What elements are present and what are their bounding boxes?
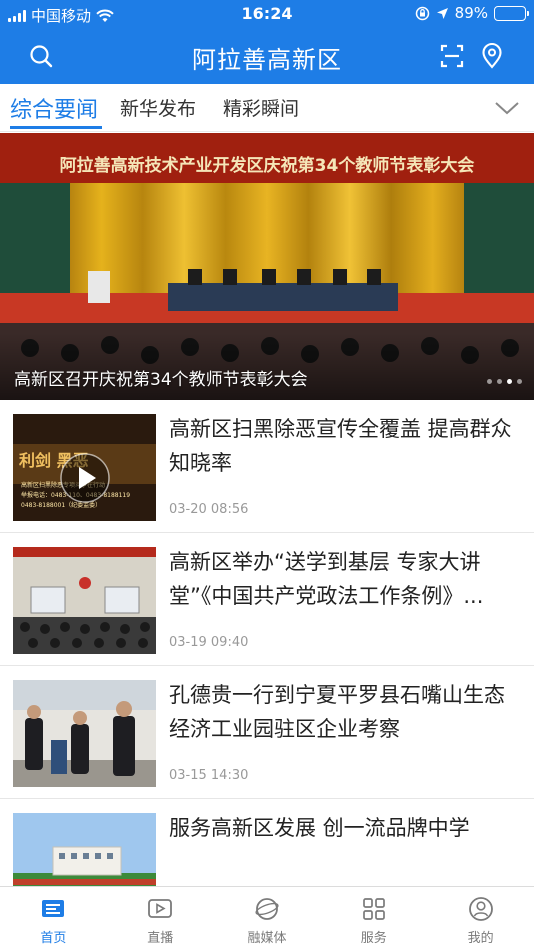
status-bar: 中国移动 16:24 89%: [0, 0, 534, 28]
hero-image: 阿拉善高新技术产业开发区庆祝第34个教师节表彰大会: [0, 133, 534, 400]
nav-live[interactable]: 直播: [107, 887, 214, 950]
news-thumbnail: 利剑 黑恶 高新区扫黑除恶专项斗争在行动 举报电话：0483-110、0483-…: [13, 414, 156, 521]
news-item[interactable]: 利剑 黑恶 高新区扫黑除恶专项斗争在行动 举报电话：0483-110、0483-…: [0, 400, 534, 533]
app-header: 阿拉善高新区: [0, 28, 534, 84]
nav-label: 服务: [360, 931, 387, 946]
nav-label: 融媒体: [247, 931, 287, 946]
carousel-indicator: [487, 379, 522, 384]
news-date: 03-20 08:56: [169, 502, 249, 517]
grid-services-icon: [362, 898, 385, 920]
nav-label: 首页: [40, 931, 67, 946]
nav-services[interactable]: 服务: [320, 887, 427, 950]
nav-home[interactable]: 首页: [0, 887, 107, 950]
tab-highlights[interactable]: 精彩瞬间: [223, 94, 299, 121]
news-thumbnail: [13, 680, 156, 787]
tab-general-news[interactable]: 综合要闻: [10, 92, 98, 124]
hero-carousel[interactable]: 阿拉善高新技术产业开发区庆祝第34个教师节表彰大会 高新区召开庆祝第34个教师节…: [0, 133, 534, 400]
orientation-lock-icon: [415, 6, 429, 20]
battery-icon: [494, 5, 529, 21]
category-tabs: 综合要闻 新华发布 精彩瞬间: [0, 84, 534, 132]
hero-banner-text: 阿拉善高新技术产业开发区庆祝第34个教师节表彰大会: [60, 155, 475, 176]
nav-profile[interactable]: 我的: [427, 887, 534, 950]
news-title: 高新区举办“送学到基层 专家大讲堂”《中国共产党政法工作条例》...: [169, 550, 484, 608]
news-thumbnail: [13, 547, 156, 654]
bottom-navigation: 首页 直播 融媒体 服务 我的: [0, 886, 534, 950]
news-item[interactable]: 孔德贵一行到宁夏平罗县石嘴山生态经济工业园驻区企业考察 03-15 14:30: [0, 666, 534, 799]
news-title: 高新区扫黑除恶宣传全覆盖 提高群众知晓率: [169, 417, 512, 475]
top-bar: 中国移动 16:24 89% 阿拉善高新区: [0, 0, 534, 84]
carousel-dot[interactable]: [517, 379, 522, 384]
news-date: 03-15 14:30: [169, 768, 249, 783]
nav-label: 直播: [147, 931, 174, 946]
chevron-down-icon[interactable]: [494, 98, 520, 118]
location-arrow-icon: [436, 7, 448, 19]
news-thumbnail-image: [13, 547, 156, 654]
nav-media[interactable]: 融媒体: [214, 887, 321, 950]
active-tab-indicator: [10, 126, 102, 129]
status-right: 89%: [415, 4, 529, 22]
live-play-icon: [148, 899, 173, 918]
carousel-dot[interactable]: [497, 379, 502, 384]
profile-icon: [468, 897, 493, 921]
hero-caption: 高新区召开庆祝第34个教师节表彰大会: [14, 370, 308, 390]
news-thumbnail-image: [13, 680, 156, 787]
location-icon[interactable]: [478, 42, 506, 70]
tab-xinhua-release[interactable]: 新华发布: [120, 94, 196, 121]
news-title: 孔德贵一行到宁夏平罗县石嘴山生态经济工业园驻区企业考察: [169, 683, 505, 741]
news-item[interactable]: 高新区举办“送学到基层 专家大讲堂”《中国共产党政法工作条例》... 03-19…: [0, 533, 534, 666]
media-globe-icon: [255, 898, 279, 920]
carousel-dot[interactable]: [487, 379, 492, 384]
news-title: 服务高新区发展 创一流品牌中学: [169, 816, 470, 840]
home-icon: [42, 900, 65, 917]
carousel-dot[interactable]: [507, 379, 512, 384]
video-play-icon[interactable]: [59, 452, 111, 504]
news-date: 03-19 09:40: [169, 635, 249, 650]
battery-percent: 89%: [454, 4, 488, 22]
scan-icon[interactable]: [438, 42, 466, 70]
nav-label: 我的: [467, 931, 494, 946]
